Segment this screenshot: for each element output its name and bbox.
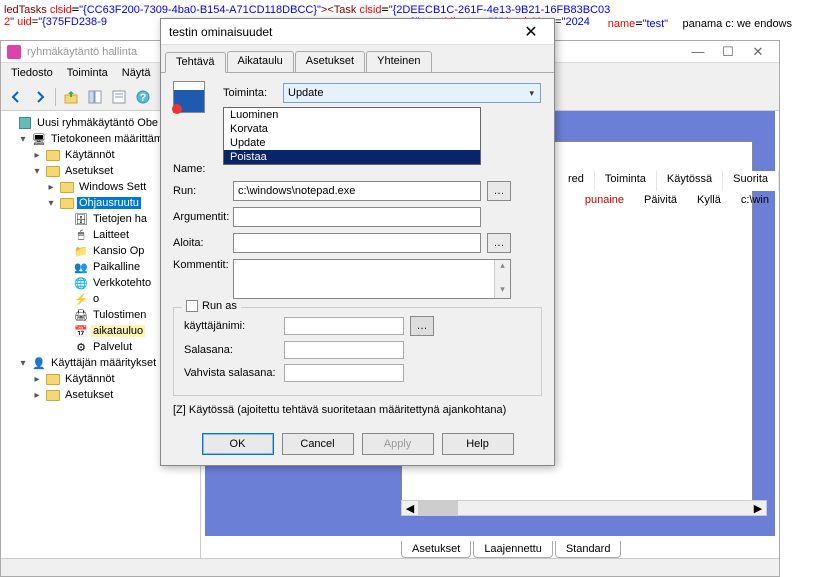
cell-name: punaine <box>575 193 634 211</box>
browse-user-button[interactable]: … <box>410 316 434 336</box>
table-row[interactable]: punaine Päivitä Kyllä c:\win <box>575 193 779 211</box>
enabled-row: [Z] Käytössä (ajoitettu tehtävä suoritet… <box>173 404 542 416</box>
menu-file[interactable]: Tiedosto <box>5 65 59 81</box>
task-icon <box>173 81 205 113</box>
show-hide-button[interactable] <box>84 86 106 108</box>
start-in-label: Aloita: <box>173 237 233 249</box>
dialog-title: testin ominaisuudet <box>169 25 516 39</box>
col-run[interactable]: Suorita <box>723 171 779 191</box>
scroll-right-icon[interactable]: ▶ <box>750 501 766 515</box>
help-button[interactable]: Help <box>442 433 514 455</box>
confirm-password-input[interactable] <box>284 364 404 382</box>
cell-action: Päivitä <box>634 193 687 211</box>
browse-start-button[interactable]: … <box>487 233 511 253</box>
bottom-tabs: Asetukset Laajennettu Standard <box>201 541 623 558</box>
col-enabled[interactable]: Käytössä <box>657 171 723 191</box>
dd-update[interactable]: Update <box>224 136 480 150</box>
start-in-input[interactable] <box>233 233 481 253</box>
run-label: Run: <box>173 185 233 197</box>
tab-extended[interactable]: Laajennettu <box>473 541 553 558</box>
maximize-button[interactable]: ☐ <box>713 42 743 62</box>
cell-run: c:\win <box>731 193 779 211</box>
username-label: käyttäjänimi: <box>184 320 284 332</box>
scroll-thumb[interactable] <box>418 501 458 515</box>
action-label: Toiminta: <box>223 87 283 99</box>
password-input[interactable] <box>284 341 404 359</box>
confirm-password-label: Vahvista salasana: <box>184 367 284 379</box>
browse-run-button[interactable]: … <box>487 181 511 201</box>
arguments-input[interactable] <box>233 207 481 227</box>
dialog-button-row: OK Cancel Apply Help <box>161 433 554 455</box>
col-action[interactable]: Toiminta <box>595 171 657 191</box>
tab-standard[interactable]: Standard <box>555 541 622 558</box>
dd-delete[interactable]: Poistaa <box>224 150 480 164</box>
status-bar <box>1 558 779 576</box>
ok-button[interactable]: OK <box>202 433 274 455</box>
scroll-left-icon[interactable]: ◀ <box>402 501 418 515</box>
comments-textarea[interactable]: ▴▾ <box>233 259 511 299</box>
username-input[interactable] <box>284 317 404 335</box>
back-button[interactable] <box>5 86 27 108</box>
up-button[interactable] <box>60 86 82 108</box>
name-fragment: name="test" panama c: we endows <box>608 16 792 30</box>
tab-settings[interactable]: Asetukset <box>401 541 471 558</box>
horizontal-scrollbar[interactable]: ◀ ▶ <box>401 500 767 516</box>
menu-view[interactable]: Näytä <box>116 65 157 81</box>
minimize-button[interactable]: — <box>683 42 713 62</box>
cancel-button[interactable]: Cancel <box>282 433 354 455</box>
menu-action[interactable]: Toiminta <box>61 65 114 81</box>
tab-settings2[interactable]: Asetukset <box>295 51 365 72</box>
comments-scrollbar[interactable]: ▴▾ <box>494 260 510 298</box>
action-dropdown-list: Luominen Korvata Update Poistaa <box>223 107 481 165</box>
chevron-down-icon: ▾ <box>529 88 534 99</box>
dialog-titlebar: testin ominaisuudet ✕ <box>161 19 554 45</box>
properties-dialog: testin ominaisuudet ✕ Tehtävä Aikataulu … <box>160 18 555 466</box>
forward-button[interactable] <box>29 86 51 108</box>
password-label: Salasana: <box>184 344 284 356</box>
arguments-label: Argumentit: <box>173 211 233 223</box>
runas-label: Run as <box>202 300 237 312</box>
tab-schedule[interactable]: Aikataulu <box>227 51 294 72</box>
runas-groupbox: Run as käyttäjänimi: … Salasana: Vahvist… <box>173 307 542 396</box>
col-red[interactable]: red <box>558 171 595 191</box>
tab-common[interactable]: Yhteinen <box>366 51 431 72</box>
list-header: red Toiminta Käytössä Suorita <box>558 171 779 191</box>
run-input[interactable] <box>233 181 481 201</box>
runas-checkbox[interactable] <box>186 300 198 312</box>
action-combobox[interactable]: Update ▾ <box>283 83 541 103</box>
properties-button[interactable] <box>108 86 130 108</box>
svg-text:?: ? <box>140 92 147 104</box>
dialog-body: Toiminta: Update ▾ Luominen Korvata Upda… <box>161 73 554 427</box>
dialog-close-button[interactable]: ✕ <box>516 21 546 43</box>
comments-label: Kommentit: <box>173 259 233 271</box>
enabled-text: [Z] Käytössä (ajoitettu tehtävä suoritet… <box>173 404 506 416</box>
close-button[interactable]: ✕ <box>743 42 773 62</box>
tab-task[interactable]: Tehtävä <box>165 52 226 73</box>
app-icon <box>7 45 21 59</box>
help-button[interactable]: ? <box>132 86 154 108</box>
dialog-tabs: Tehtävä Aikataulu Asetukset Yhteinen <box>161 45 554 73</box>
apply-button[interactable]: Apply <box>362 433 434 455</box>
dd-create[interactable]: Luominen <box>224 108 480 122</box>
action-value: Update <box>288 87 323 99</box>
dd-replace[interactable]: Korvata <box>224 122 480 136</box>
cell-enabled: Kyllä <box>687 193 731 211</box>
